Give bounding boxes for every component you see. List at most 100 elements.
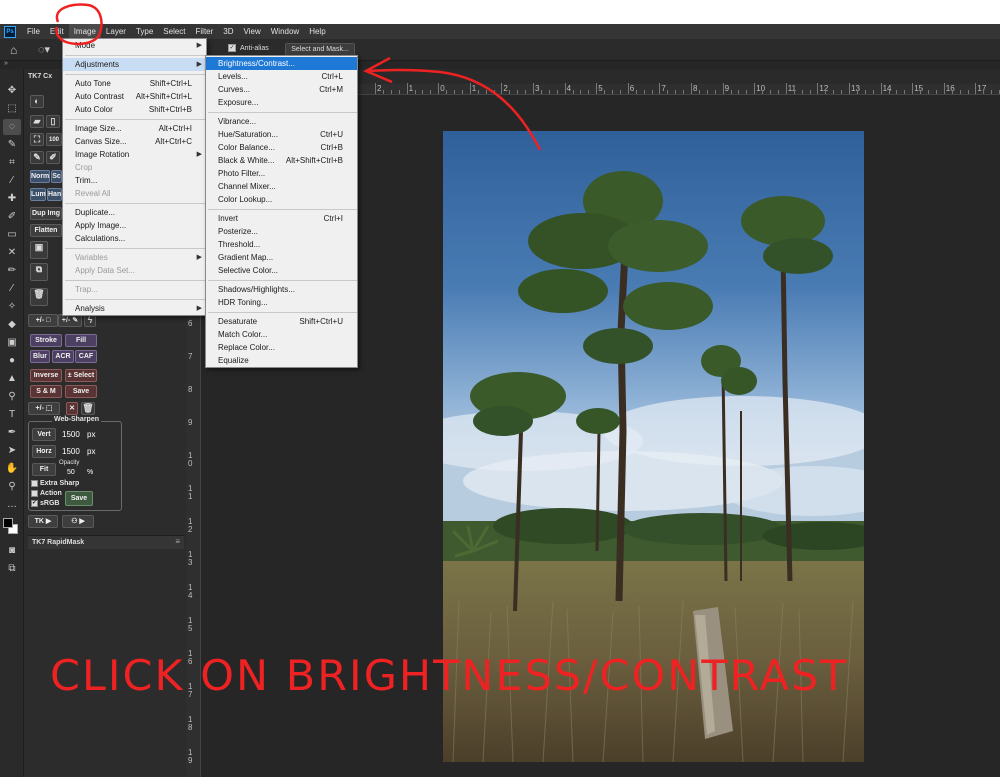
brush-alt-tool-icon[interactable]: ✏ <box>3 263 21 279</box>
menu-3d[interactable]: 3D <box>218 24 238 39</box>
menu-image[interactable]: Image <box>68 24 101 39</box>
menu-item-equalize[interactable]: Equalize <box>206 354 357 367</box>
crop-tool-icon[interactable]: ⌗ <box>3 155 21 171</box>
sc-button[interactable]: Sc <box>51 170 62 183</box>
screen-mode-icon[interactable]: ⧉ <box>3 561 21 577</box>
plus-minus-select-button[interactable]: ± Select <box>65 369 97 382</box>
tk-menu-button[interactable]: TK ▶ <box>28 515 58 528</box>
action-checkbox[interactable] <box>31 490 38 497</box>
menu-item-hdr-toning[interactable]: HDR Toning... <box>206 296 357 309</box>
menu-edit[interactable]: Edit <box>45 24 69 39</box>
plus-minus-marquee-button[interactable]: +/- ⬚ <box>28 402 60 415</box>
menu-item-channel-mixer[interactable]: Channel Mixer... <box>206 180 357 193</box>
menu-item-posterize[interactable]: Posterize... <box>206 225 357 238</box>
user-menu-button[interactable]: ⚇ ▶ <box>62 515 94 528</box>
menu-item-analysis[interactable]: Analysis ▶ <box>63 302 206 315</box>
stroke-button[interactable]: Stroke <box>30 334 62 347</box>
menu-item-desaturate[interactable]: Desaturate Shift+Ctrl+U <box>206 315 357 328</box>
fit-button[interactable]: Fit <box>32 463 56 476</box>
document-icon[interactable]: ▯ <box>46 115 60 128</box>
more-tools-icon[interactable]: … <box>3 497 21 513</box>
menu-item-threshold[interactable]: Threshold... <box>206 238 357 251</box>
srgb-checkbox[interactable]: ✓ <box>31 500 38 507</box>
menu-item-canvas-size[interactable]: Canvas Size... Alt+Ctrl+C <box>63 135 206 148</box>
menu-item-photo-filter[interactable]: Photo Filter... <box>206 167 357 180</box>
healing-brush-tool-icon[interactable]: ✚ <box>3 191 21 207</box>
menu-item-auto-contrast[interactable]: Auto Contrast Alt+Shift+Ctrl+L <box>63 90 206 103</box>
menu-item-calculations[interactable]: Calculations... <box>63 232 206 245</box>
acr-button[interactable]: ACR <box>52 350 74 363</box>
menu-item-vibrance[interactable]: Vibrance... <box>206 115 357 128</box>
vert-input[interactable]: 1500 <box>62 429 80 441</box>
extra-sharp-option[interactable]: Extra Sharp <box>31 480 79 487</box>
menu-item-adjustments[interactable]: Adjustments ▶ <box>63 58 206 71</box>
fit-screen-icon[interactable]: ⛶ <box>30 133 44 146</box>
double-chevron-icon[interactable]: » <box>4 60 8 67</box>
menu-item-color-lookup[interactable]: Color Lookup... <box>206 193 357 206</box>
layers-stack-icon[interactable]: ⧉ <box>30 263 48 281</box>
foreground-color-swatch[interactable] <box>3 518 13 528</box>
folder-icon[interactable]: ▰ <box>30 115 44 128</box>
zoom-tool-icon[interactable]: ⚲ <box>3 479 21 495</box>
menu-item-replace-color[interactable]: Replace Color... <box>206 341 357 354</box>
menu-item-levels[interactable]: Levels... Ctrl+L <box>206 70 357 83</box>
hand-tool-icon[interactable]: ✋ <box>3 461 21 477</box>
move-tool-icon[interactable]: ✥ <box>3 83 21 99</box>
menu-item-image-size[interactable]: Image Size... Alt+Ctrl+I <box>63 122 206 135</box>
menu-item-hue-saturation[interactable]: Hue/Saturation... Ctrl+U <box>206 128 357 141</box>
type-tool-icon[interactable]: T <box>3 407 21 423</box>
spot-tool-icon[interactable]: ✧ <box>3 299 21 315</box>
zoom-100-button[interactable]: 100 <box>46 133 62 146</box>
menu-item-brightness-contrast[interactable]: Brightness/Contrast... <box>206 57 357 70</box>
srgb-option[interactable]: ✓ sRGB <box>31 500 59 507</box>
action-option[interactable]: Action <box>31 490 62 497</box>
menu-item-mode[interactable]: Mode ▶ <box>63 39 206 52</box>
plus-minus-box-button[interactable]: +/- □ <box>28 314 58 327</box>
trash-icon[interactable]: 🗑 <box>30 288 48 306</box>
norm-button[interactable]: Norm <box>30 170 50 183</box>
pen-tool-icon[interactable]: ✒ <box>3 425 21 441</box>
extra-sharp-checkbox[interactable] <box>31 480 38 487</box>
lasso-tool-icon[interactable]: ◌ <box>3 119 21 135</box>
rapidmask-tab[interactable]: TK7 RapidMask <box>32 539 84 546</box>
clone-stamp-tool-icon[interactable]: ▭ <box>3 227 21 243</box>
menu-item-gradient-map[interactable]: Gradient Map... <box>206 251 357 264</box>
path-selection-tool-icon[interactable]: ➤ <box>3 443 21 459</box>
menu-item-image-rotation[interactable]: Image Rotation ▶ <box>63 148 206 161</box>
gradient-tool-icon[interactable]: ▣ <box>3 335 21 351</box>
caf-button[interactable]: CAF <box>75 350 97 363</box>
flatten-button[interactable]: Flatten <box>30 224 62 237</box>
menu-item-curves[interactable]: Curves... Ctrl+M <box>206 83 357 96</box>
anti-alias-option[interactable]: ✓ Anti-alias <box>228 44 269 52</box>
vert-button[interactable]: Vert <box>32 428 56 441</box>
lasso-tool-icon[interactable]: ◌▾ <box>38 43 54 57</box>
menu-item-match-color[interactable]: Match Color... <box>206 328 357 341</box>
blur-tool-icon[interactable]: ● <box>3 353 21 369</box>
eraser-tool-icon[interactable]: ◆ <box>3 317 21 333</box>
brush-icon[interactable]: ✎ <box>30 151 44 164</box>
menu-item-apply-image[interactable]: Apply Image... <box>63 219 206 232</box>
menu-view[interactable]: View <box>239 24 266 39</box>
menu-file[interactable]: File <box>22 24 45 39</box>
anti-alias-checkbox[interactable]: ✓ <box>228 44 236 52</box>
marquee-tool-icon[interactable]: ⬚ <box>3 101 21 117</box>
panel-menu-icon[interactable]: ≡ <box>175 537 180 546</box>
history-brush-tool-icon[interactable]: ✕ <box>3 245 21 261</box>
tk-icon-button-1[interactable]: ◐ <box>30 95 44 108</box>
menu-item-black-white[interactable]: Black & White... Alt+Shift+Ctrl+B <box>206 154 357 167</box>
blur-button[interactable]: Blur <box>30 350 50 363</box>
dodge-burn-tool-icon[interactable]: ⚲ <box>3 389 21 405</box>
save-selection-button[interactable]: Save <box>65 385 97 398</box>
menu-item-color-balance[interactable]: Color Balance... Ctrl+B <box>206 141 357 154</box>
horz-input[interactable]: 1500 <box>62 446 80 458</box>
fill-button[interactable]: Fill <box>65 334 97 347</box>
menu-item-duplicate[interactable]: Duplicate... <box>63 206 206 219</box>
tk7-panel-tab[interactable]: TK7 Cx <box>28 73 52 80</box>
menu-item-auto-color[interactable]: Auto Color Shift+Ctrl+B <box>63 103 206 116</box>
layer-icon[interactable]: ▣ <box>30 241 48 259</box>
close-icon[interactable]: ✕ <box>66 402 78 415</box>
trash-small-icon[interactable]: 🗑 <box>81 402 95 415</box>
pen-alt-tool-icon[interactable]: ⁄ <box>3 281 21 297</box>
dup-img-button[interactable]: Dup Img <box>30 207 62 220</box>
menu-item-exposure[interactable]: Exposure... <box>206 96 357 109</box>
